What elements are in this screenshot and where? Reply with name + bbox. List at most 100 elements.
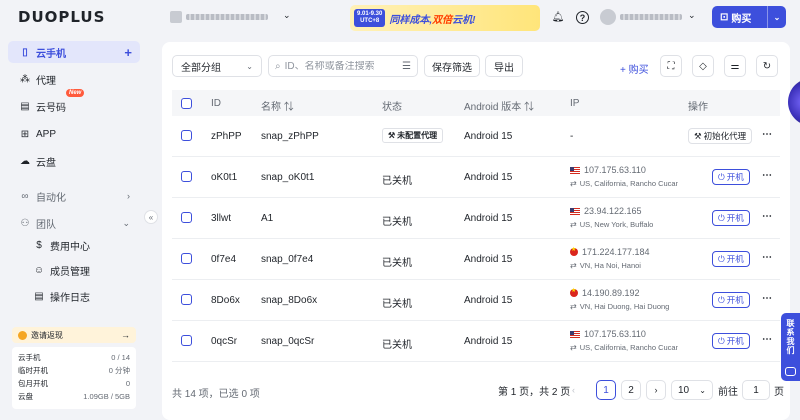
scan-icon[interactable]: ⛶ <box>660 55 682 77</box>
contact-us-tab[interactable]: 联系我们 <box>781 313 800 381</box>
group-select[interactable]: 全部分组 ⌄ <box>172 55 262 77</box>
stat-label: 包月开机 <box>18 379 48 388</box>
prev-page-icon[interactable]: ‹ <box>572 380 575 400</box>
row-checkbox[interactable] <box>181 335 192 346</box>
table-row[interactable]: 8Do6x snap_8Do6x 已关机 Android 15 14.190.8… <box>172 280 780 321</box>
more-actions-icon[interactable]: ⋯ <box>762 334 773 345</box>
sidebar-item-logs[interactable]: ▤ 操作日志 <box>22 285 140 307</box>
device-id: 0qcSr <box>211 336 238 347</box>
goto-page-input[interactable]: 1 <box>742 380 770 400</box>
sidebar-item-app[interactable]: ⊞ APP <box>8 123 140 145</box>
power-on-button[interactable]: ⏻ 开机 <box>712 169 750 185</box>
table-row[interactable]: 3llwt A1 已关机 Android 15 23.94.122.165 ⇄ U… <box>172 198 780 239</box>
promo-highlight: 双倍 <box>432 14 453 26</box>
action-label: 开机 <box>726 213 744 223</box>
col-actions: 操作 <box>688 102 708 113</box>
device-name: snap_0qcSr <box>261 336 315 347</box>
more-actions-icon[interactable]: ⋯ <box>762 170 773 181</box>
status-text: 已关机 <box>382 176 412 187</box>
more-actions-icon[interactable]: ⋯ <box>762 211 773 222</box>
promo-banner[interactable]: 9.01-9.30 UTC+8 同样成本, 双倍 云机! <box>350 5 540 31</box>
sidebar-item-team[interactable]: ⚇ 团队 ⌄ <box>8 212 140 234</box>
save-filter-button[interactable]: 保存筛选 <box>424 55 480 77</box>
row-checkbox[interactable] <box>181 212 192 223</box>
filter-settings-icon[interactable]: ☰ <box>402 61 411 72</box>
ip-location-text: VN, Hai Duong, Hai Duong <box>579 302 670 311</box>
device-id: 0f7e4 <box>211 254 237 265</box>
stat-label: 云盘 <box>18 392 33 401</box>
sidebar-item-members[interactable]: ☺ 成员管理 <box>22 259 140 281</box>
page-size-select[interactable]: 10 ⌄ <box>671 380 713 400</box>
row-checkbox[interactable] <box>181 171 192 182</box>
flag-us-icon <box>570 207 580 215</box>
row-checkbox[interactable] <box>181 130 192 141</box>
buy-link[interactable]: + 购买 <box>620 61 649 76</box>
usage-stats: 云手机 0 / 14 临时开机 0 分钟 包月开机 0 云盘 1.09GB / 5GB <box>12 347 136 409</box>
power-on-button[interactable]: ⏻ 开机 <box>712 210 750 226</box>
page-2[interactable]: 2 <box>621 380 641 400</box>
sidebar-item-cloud-disk[interactable]: ☁ 云盘 <box>8 150 140 172</box>
flag-us-icon <box>570 166 580 174</box>
buy-button[interactable]: ⊡ 购买 ⌄ <box>712 6 786 28</box>
table-row[interactable]: zPhPP snap_zPhPP ⚒ 未配置代理 Android 15 - ⚒ 初始… <box>172 116 780 157</box>
page-info: 第 1 页，共 2 页 <box>498 386 571 398</box>
ip-location-text: US, California, Rancho Cucamonga <box>579 343 678 352</box>
sidebar-item-cloud-phone[interactable]: ▯ 云手机 + <box>8 41 140 63</box>
row-checkbox[interactable] <box>181 294 192 305</box>
next-page-icon[interactable]: › <box>646 380 666 400</box>
table-row[interactable]: 0f7e4 snap_0f7e4 已关机 Android 15 171.224.… <box>172 239 780 280</box>
power-on-button[interactable]: ⏻ 开机 <box>712 333 750 349</box>
init-proxy-button[interactable]: ⚒ 初始化代理 <box>688 128 753 144</box>
row-checkbox[interactable] <box>181 253 192 264</box>
ip-address: 107.175.63.110 <box>570 165 646 175</box>
select-all-checkbox[interactable] <box>181 98 192 109</box>
refresh-icon[interactable]: ↻ <box>756 55 778 77</box>
help-icon[interactable]: ? <box>576 11 589 24</box>
ip-location-text: US, New York, Buffalo <box>579 220 654 229</box>
arrow-right-icon: → <box>121 330 130 340</box>
topbar: ⌄ 9.01-9.30 UTC+8 同样成本, 双倍 云机! 🔔︎ ? ⌄ ⊡ 购买 ⌄ <box>150 0 800 34</box>
invite-cashback-banner[interactable]: 邀请返现 → <box>12 327 136 343</box>
sidebar-item-label: 代理 <box>36 75 56 87</box>
sidebar-item-label: 团队 <box>36 219 56 231</box>
ip-location: ⇄US, California, Rancho Cucamonga <box>570 179 678 188</box>
col-android[interactable]: Android 版本 ⇅ <box>464 98 534 113</box>
more-actions-icon[interactable]: ⋯ <box>762 252 773 263</box>
brand-logo[interactable]: DUOPLUS <box>18 8 105 26</box>
android-version: Android 15 <box>464 213 513 224</box>
chevron-down-icon[interactable]: ⌄ <box>768 13 786 22</box>
chevron-down-icon[interactable]: ⌄ <box>283 10 291 21</box>
sync-icon: ⇄ <box>570 302 577 311</box>
sidebar-item-automation[interactable]: ∞ 自动化 › <box>8 185 140 207</box>
status-text: 未配置代理 <box>397 131 438 140</box>
ip-text: 14.190.89.192 <box>582 288 640 298</box>
table-row[interactable]: oK0t1 snap_oK0t1 已关机 Android 15 107.175.… <box>172 157 780 198</box>
sidebar-item-billing[interactable]: $ 费用中心 <box>22 234 140 256</box>
power-on-button[interactable]: ⏻ 开机 <box>712 292 750 308</box>
page-1[interactable]: 1 <box>596 380 616 400</box>
sidebar-item-proxy[interactable]: ⁂ 代理 <box>8 68 140 90</box>
column-settings-icon[interactable]: ⚌ <box>724 55 746 77</box>
add-phone-icon[interactable]: + <box>124 45 132 60</box>
power-on-button[interactable]: ⏻ 开机 <box>712 251 750 267</box>
ip-address: 23.94.122.165 <box>570 206 642 216</box>
ip-location: ⇄ VN, Ha Noi, Hanoi <box>570 261 678 270</box>
action-label: 开机 <box>726 254 744 264</box>
bell-icon[interactable]: 🔔︎ <box>550 9 566 25</box>
sidebar-item-cloud-number[interactable]: ▤ 云号码 New <box>8 89 140 117</box>
avatar[interactable] <box>600 9 616 25</box>
table-row[interactable]: 0qcSr snap_0qcSr 已关机 Android 15 107.175.… <box>172 321 780 362</box>
search-input[interactable] <box>284 60 390 72</box>
workspace-name-redacted[interactable] <box>186 14 268 20</box>
chevron-down-icon[interactable]: ⌄ <box>688 10 696 21</box>
search-box[interactable]: ⌕ ☰ <box>268 55 418 77</box>
tag-icon[interactable]: ◇ <box>692 55 714 77</box>
account-name-redacted[interactable] <box>620 14 682 20</box>
collapse-sidebar-button[interactable]: « <box>144 210 158 224</box>
more-actions-icon[interactable]: ⋯ <box>762 293 773 304</box>
chevron-down-icon: ⌄ <box>122 217 130 228</box>
promo-text: 同样成本, <box>389 14 433 26</box>
more-actions-icon[interactable]: ⋯ <box>762 129 773 140</box>
col-name[interactable]: 名称 ⇅ <box>261 98 294 113</box>
export-button[interactable]: 导出 <box>485 55 523 77</box>
